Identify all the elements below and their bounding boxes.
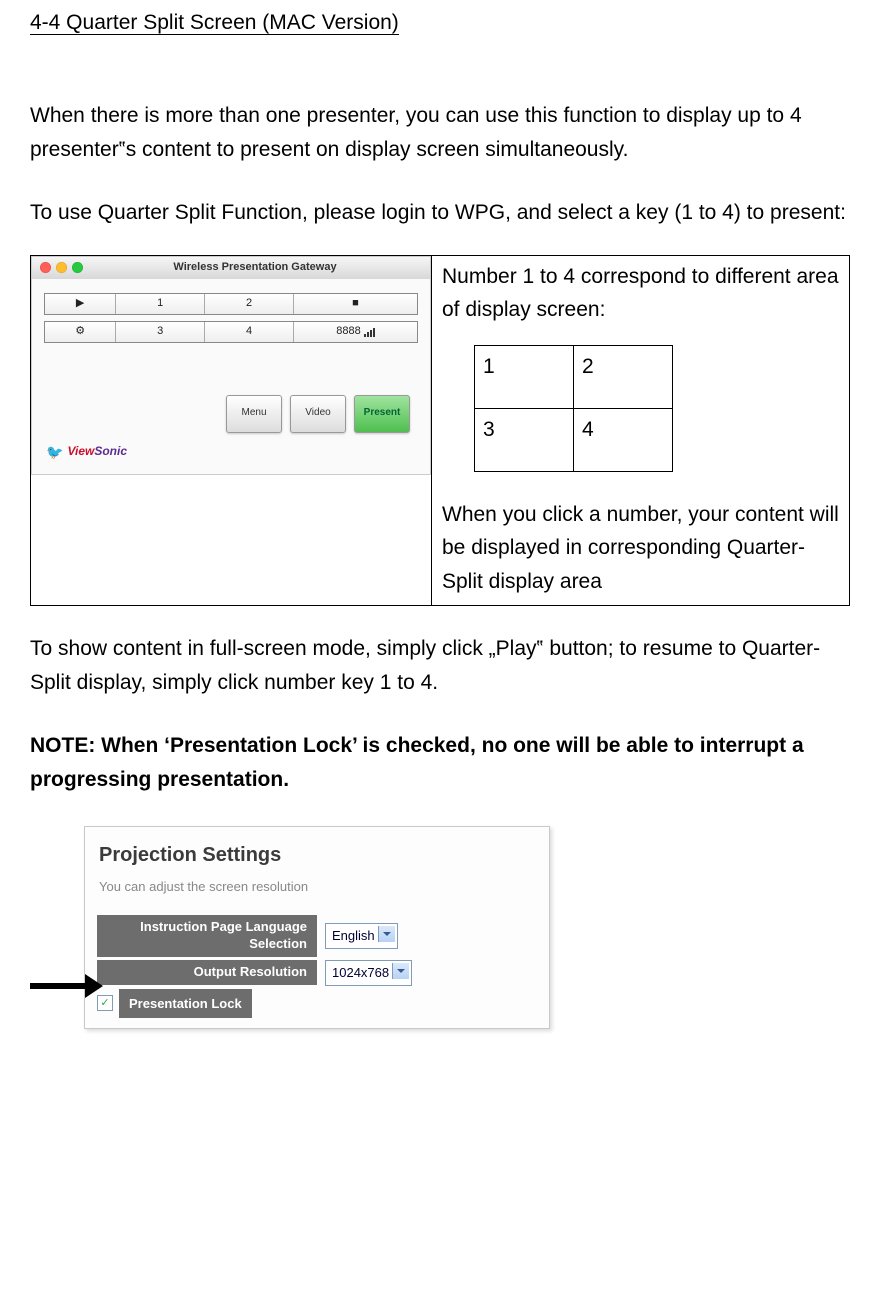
quadrant-3-button[interactable]: 3 <box>115 322 204 342</box>
quadrant-1-button[interactable]: 1 <box>115 294 204 314</box>
paragraph-intro: When there is more than one presenter, y… <box>30 99 850 168</box>
close-icon[interactable] <box>40 262 51 273</box>
quad-cell-3: 3 <box>475 408 574 471</box>
menu-button[interactable]: Menu <box>226 395 282 433</box>
presentation-lock-label: Presentation Lock <box>119 989 252 1018</box>
quadrant-2-button[interactable]: 2 <box>204 294 293 314</box>
quad-cell-2: 2 <box>574 345 673 408</box>
projection-settings-panel: Projection Settings You can adjust the s… <box>84 826 550 1029</box>
resolution-label: Output Resolution <box>97 960 317 984</box>
zoom-icon[interactable] <box>72 262 83 273</box>
split-explanation-table: Wireless Presentation Gateway ▶ 1 2 ■ ⚙ <box>30 255 850 606</box>
language-select[interactable]: English <box>325 923 398 949</box>
stop-button[interactable]: ■ <box>293 294 417 314</box>
projection-settings-title: Projection Settings <box>85 827 549 872</box>
quad-explain-bottom: When you click a number, your content wi… <box>442 498 839 599</box>
mac-titlebar: Wireless Presentation Gateway <box>32 257 430 279</box>
explanation-cell: Number 1 to 4 correspond to different ar… <box>432 255 850 605</box>
note-lock: NOTE: When ‘Presentation Lock’ is checke… <box>30 729 850 798</box>
birds-icon: 🐦 <box>46 441 63 464</box>
section-heading: 4-4 Quarter Split Screen (MAC Version) <box>30 11 399 35</box>
quadrant-row-2: ⚙ 3 4 8888 <box>44 321 418 343</box>
mac-app-window: Wireless Presentation Gateway ▶ 1 2 ■ ⚙ <box>31 256 431 475</box>
signal-icon <box>364 327 375 337</box>
play-button[interactable]: ▶ <box>45 294 115 314</box>
quadrant-map-table: 1 2 3 4 <box>474 345 673 472</box>
quad-cell-1: 1 <box>475 345 574 408</box>
quad-cell-4: 4 <box>574 408 673 471</box>
projection-settings-subtitle: You can adjust the screen resolution <box>85 872 549 911</box>
resolution-select[interactable]: 1024x768 <box>325 960 412 986</box>
window-title: Wireless Presentation Gateway <box>88 258 422 276</box>
quad-explain-top: Number 1 to 4 correspond to different ar… <box>442 260 839 327</box>
paragraph-fullscreen: To show content in full-screen mode, sim… <box>30 632 850 701</box>
video-button[interactable]: Video <box>290 395 346 433</box>
login-code: 8888 <box>293 322 417 342</box>
paragraph-instruction: To use Quarter Split Function, please lo… <box>30 196 850 231</box>
present-button[interactable]: Present <box>354 395 410 433</box>
quadrant-4-button[interactable]: 4 <box>204 322 293 342</box>
quadrant-row-1: ▶ 1 2 ■ <box>44 293 418 315</box>
mac-app-cell: Wireless Presentation Gateway ▶ 1 2 ■ ⚙ <box>31 255 432 605</box>
pointer-arrow-icon <box>30 974 115 998</box>
language-label: Instruction Page Language Selection <box>97 915 317 957</box>
minimize-icon[interactable] <box>56 262 67 273</box>
config-button[interactable]: ⚙ <box>45 322 115 342</box>
brand-logo: 🐦 ViewSonic <box>44 441 418 464</box>
